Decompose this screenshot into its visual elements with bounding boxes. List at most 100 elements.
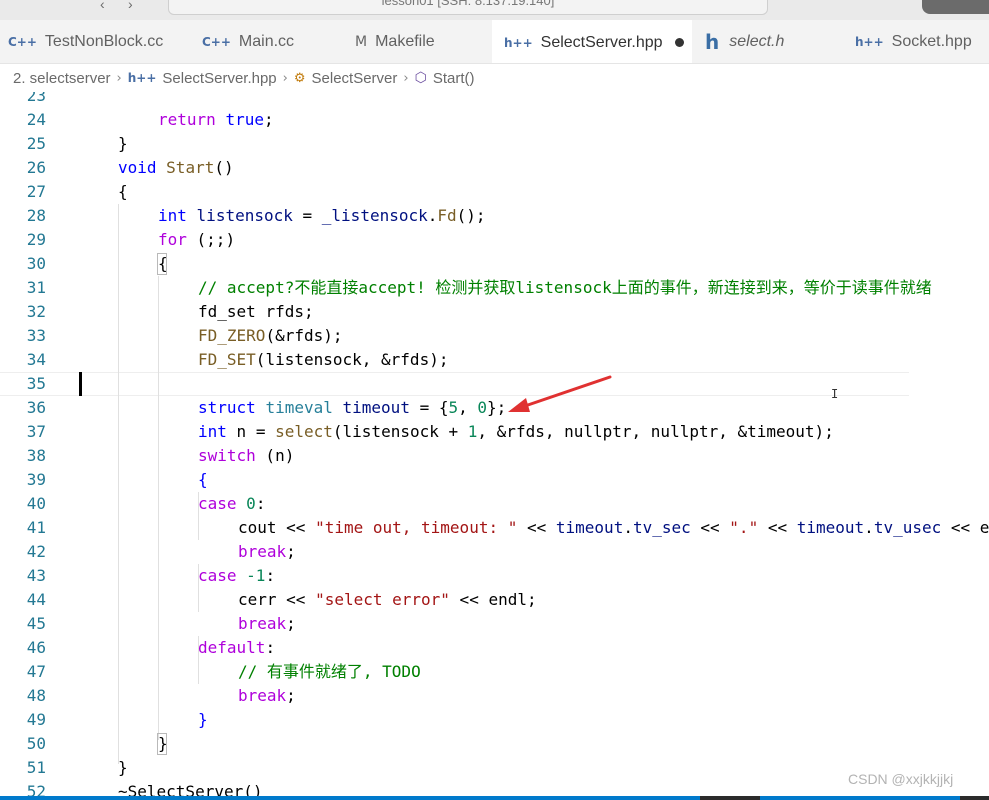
indent-guide bbox=[158, 276, 159, 740]
tab-select-h[interactable]: h select.h bbox=[705, 20, 845, 63]
line-number: 39 bbox=[26, 470, 46, 489]
tab-socket-hpp[interactable]: h++ Socket.hpp bbox=[855, 20, 989, 63]
hpp-file-icon: h++ bbox=[504, 35, 533, 50]
tab-bar: C++ TestNonBlock.cc C++ Main.cc M Makefi… bbox=[0, 20, 989, 64]
breadcrumb-class[interactable]: SelectServer bbox=[312, 70, 398, 87]
code-line-31: // accept?不能直接accept! 检测并获取listensock上面的… bbox=[198, 278, 932, 297]
annotation-arrow-icon bbox=[508, 375, 612, 412]
tab-label: SelectServer.hpp bbox=[540, 33, 663, 51]
code-line-37: int n = select(listensock + 1, &rfds, nu… bbox=[198, 422, 834, 441]
line-number: 35 bbox=[26, 374, 46, 393]
chevron-right-icon: › bbox=[116, 70, 122, 86]
line-number: 43 bbox=[26, 566, 46, 585]
window-controls[interactable] bbox=[922, 0, 989, 14]
method-symbol-icon: ⬡ bbox=[414, 70, 427, 86]
tab-label: select.h bbox=[729, 33, 785, 50]
code-line-27: { bbox=[118, 182, 128, 201]
breadcrumb-folder[interactable]: 2. selectserver bbox=[13, 70, 111, 87]
command-center[interactable]: lesson01 [SSH: 8.137.19.140] bbox=[168, 0, 768, 15]
code-line-42: break; bbox=[238, 542, 296, 561]
code-line-50: } bbox=[158, 734, 168, 753]
hpp-file-icon: h++ bbox=[127, 71, 157, 85]
line-number: 44 bbox=[26, 590, 46, 609]
code-line-49: } bbox=[198, 710, 208, 729]
line-number: 46 bbox=[26, 638, 46, 657]
code-line-38: switch (n) bbox=[198, 446, 295, 465]
line-number: 51 bbox=[26, 758, 46, 777]
code-line-43: case -1: bbox=[198, 566, 276, 585]
line-number: 45 bbox=[26, 614, 46, 633]
makefile-icon: M bbox=[355, 34, 368, 50]
chevron-right-icon: › bbox=[403, 70, 409, 86]
line-number: 30 bbox=[26, 254, 46, 273]
line-number-gutter[interactable]: 23 24 25 26 27 28 29 30 31 32 33 34 35 3… bbox=[0, 92, 80, 800]
line-number: 27 bbox=[26, 182, 46, 201]
line-number: 38 bbox=[26, 446, 46, 465]
tab-label: Main.cc bbox=[238, 33, 295, 50]
line-number: 25 bbox=[26, 134, 46, 153]
command-center-label: lesson01 [SSH: 8.137.19.140] bbox=[381, 0, 555, 8]
code-line-36: struct timeval timeout = {5, 0}; bbox=[198, 398, 507, 417]
cpp-file-icon: C++ bbox=[8, 35, 37, 49]
line-number: 26 bbox=[26, 158, 46, 177]
breadcrumb-file[interactable]: SelectServer.hpp bbox=[162, 70, 276, 87]
code-line-25: } bbox=[118, 134, 128, 153]
code-editor[interactable]: 23 24 25 26 27 28 29 30 31 32 33 34 35 3… bbox=[0, 92, 989, 800]
tab-testnonblock-cc[interactable]: C++ TestNonBlock.cc bbox=[8, 20, 186, 63]
code-line-33: FD_ZERO(&rfds); bbox=[198, 326, 343, 345]
line-number: 36 bbox=[26, 398, 46, 417]
line-number: 48 bbox=[26, 686, 46, 705]
code-line-26: void Start() bbox=[118, 158, 234, 177]
line-number: 28 bbox=[26, 206, 46, 225]
tab-label: Makefile bbox=[375, 33, 435, 50]
watermark: CSDN @xxjkkjjkj bbox=[848, 771, 954, 787]
forward-arrow-icon[interactable]: › bbox=[128, 0, 133, 12]
cpp-file-icon: C++ bbox=[202, 35, 231, 49]
back-arrow-icon[interactable]: ‹ bbox=[100, 0, 105, 12]
h-file-icon: h bbox=[705, 30, 720, 54]
breadcrumb-method[interactable]: Start() bbox=[433, 70, 475, 87]
line-number: 31 bbox=[26, 278, 46, 297]
chevron-right-icon: › bbox=[282, 70, 288, 86]
tab-label: Socket.hpp bbox=[891, 33, 972, 50]
code-line-30: { bbox=[158, 254, 168, 273]
line-number: 33 bbox=[26, 326, 46, 345]
code-line-47: // 有事件就绪了, TODO bbox=[238, 662, 421, 681]
indent-guide bbox=[118, 204, 119, 764]
code-line-39: { bbox=[198, 470, 208, 489]
line-number: 50 bbox=[26, 734, 46, 753]
line-number: 37 bbox=[26, 422, 46, 441]
line-number: 49 bbox=[26, 710, 46, 729]
line-number: 41 bbox=[26, 518, 46, 537]
tab-makefile[interactable]: M Makefile bbox=[355, 20, 485, 63]
code-line-24: return true; bbox=[158, 110, 274, 129]
status-segment bbox=[960, 796, 989, 800]
ibeam-cursor-icon: I bbox=[831, 387, 839, 401]
tab-main-cc[interactable]: C++ Main.cc bbox=[202, 20, 342, 63]
code-line-40: case 0: bbox=[198, 494, 266, 513]
hpp-file-icon: h++ bbox=[855, 35, 884, 49]
line-number: 29 bbox=[26, 230, 46, 249]
code-line-46: default: bbox=[198, 638, 276, 657]
status-segment bbox=[700, 796, 760, 800]
code-area[interactable]: return true; } void Start() { int listen… bbox=[80, 92, 989, 800]
class-symbol-icon: ⚙ bbox=[293, 70, 306, 86]
code-line-51: } bbox=[118, 758, 128, 777]
line-number: 47 bbox=[26, 662, 46, 681]
code-line-45: break; bbox=[238, 614, 296, 633]
unsaved-dot-icon[interactable] bbox=[674, 38, 684, 47]
vscode-window: ‹ › lesson01 [SSH: 8.137.19.140] C++ Tes… bbox=[0, 0, 989, 800]
code-line-28: int listensock = _listensock.Fd(); bbox=[158, 206, 486, 225]
code-line-48: break; bbox=[238, 686, 296, 705]
line-number: 32 bbox=[26, 302, 46, 321]
tab-label: TestNonBlock.cc bbox=[44, 33, 164, 50]
line-number: 42 bbox=[26, 542, 46, 561]
line-number: 23 bbox=[26, 92, 46, 105]
tab-selectserver-hpp[interactable]: h++ SelectServer.hpp bbox=[492, 20, 692, 63]
code-line-41: cout << "time out, timeout: " << timeout… bbox=[238, 518, 989, 537]
code-line-44: cerr << "select error" << endl; bbox=[238, 590, 537, 609]
status-bar[interactable] bbox=[0, 796, 989, 800]
line-number: 40 bbox=[26, 494, 46, 513]
title-bar: ‹ › lesson01 [SSH: 8.137.19.140] bbox=[0, 0, 989, 20]
code-line-34: FD_SET(listensock, &rfds); bbox=[198, 350, 449, 369]
